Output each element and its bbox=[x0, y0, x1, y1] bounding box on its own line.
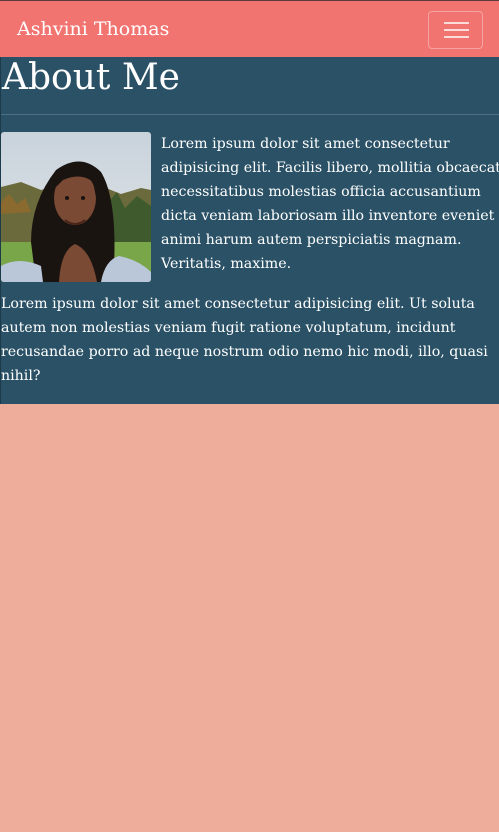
paragraph-line: Lorem ipsum dolor sit amet consectetur bbox=[161, 136, 450, 152]
navbar-toggle-button[interactable] bbox=[428, 11, 483, 49]
paragraph-line: nihil? bbox=[1, 368, 41, 384]
navbar: Ashvini Thomas bbox=[0, 0, 499, 57]
intro-paragraph: Lorem ipsum dolor sit amet consectetur a… bbox=[161, 132, 499, 276]
paragraph-line: animi harum autem perspiciatis magnam. bbox=[161, 232, 462, 248]
hamburger-menu-icon bbox=[444, 29, 469, 31]
paragraph-line: recusandae porro ad neque nostrum odio n… bbox=[1, 344, 488, 360]
paragraph-line: dicta veniam laboriosam illo inventore e… bbox=[161, 208, 499, 224]
paragraph-line: Lorem ipsum dolor sit amet consectetur a… bbox=[1, 296, 475, 312]
hamburger-menu-icon bbox=[444, 22, 469, 24]
paragraph-line: necessitatibus molestias officia accusan… bbox=[161, 184, 481, 200]
brand-link[interactable]: Ashvini Thomas bbox=[17, 16, 169, 42]
divider bbox=[1, 114, 499, 115]
profile-photo bbox=[1, 132, 151, 282]
paragraph-line: adipisicing elit. Facilis libero, mollit… bbox=[161, 160, 499, 176]
body-paragraph: Lorem ipsum dolor sit amet consectetur a… bbox=[1, 292, 496, 388]
hamburger-menu-icon bbox=[444, 36, 469, 38]
paragraph-line: autem non molestias veniam fugit ratione… bbox=[1, 320, 456, 336]
paragraph-line: Veritatis, maxime. bbox=[161, 256, 292, 272]
page-title: About Me bbox=[2, 57, 180, 98]
about-section: About Me Lorem ipsum dolor sit amet cons… bbox=[0, 57, 499, 404]
